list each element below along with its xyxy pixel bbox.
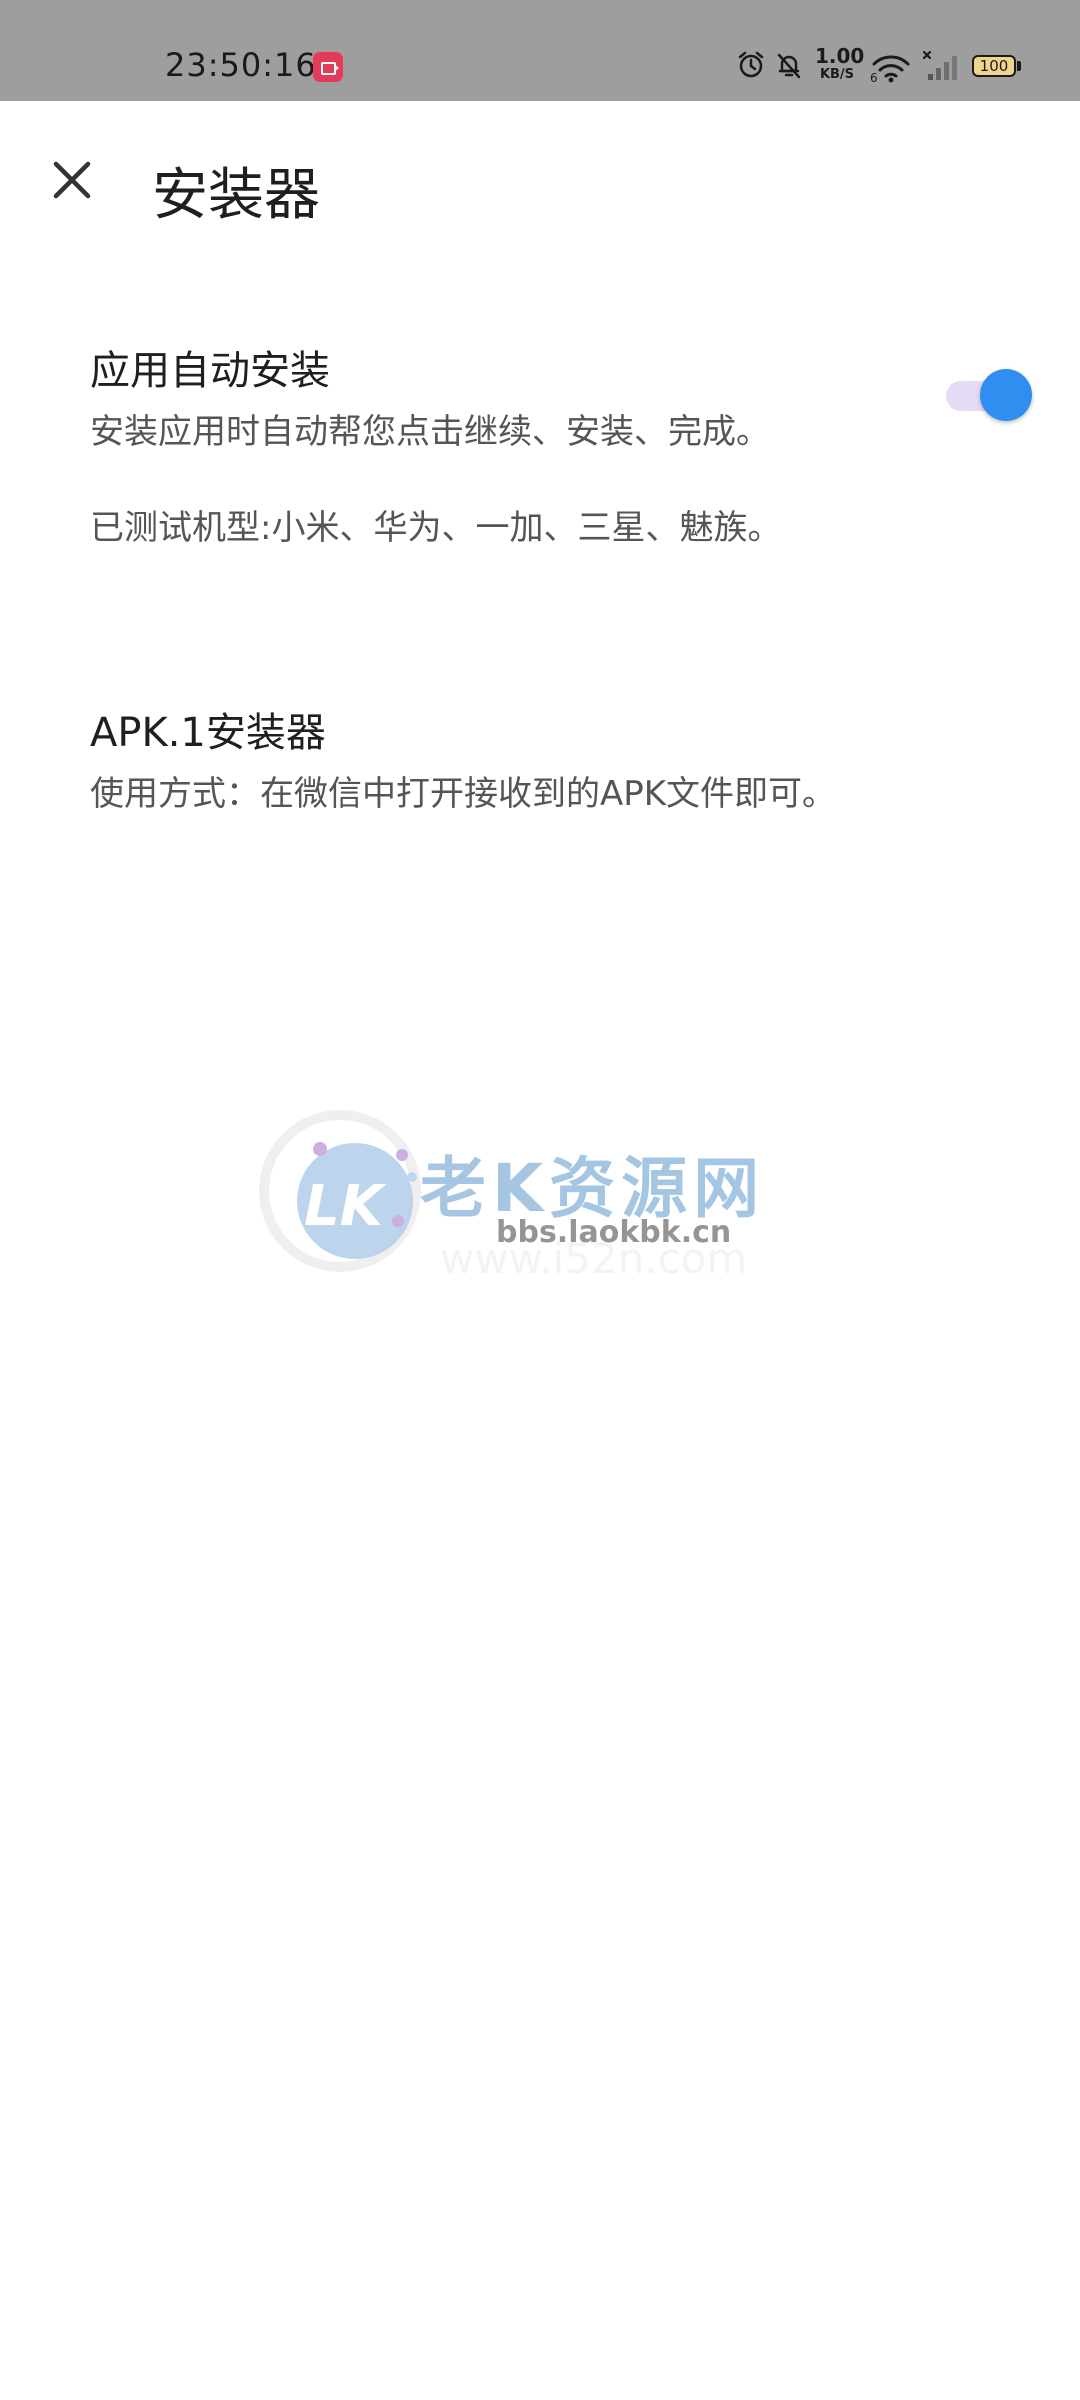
watermark-url: bbs.laokbk.cn (496, 1215, 732, 1250)
signal-icon (922, 50, 957, 80)
auto-install-toggle[interactable] (946, 369, 1032, 421)
auto-install-title: 应用自动安装 (90, 348, 330, 394)
svg-text:LK: LK (304, 1174, 387, 1239)
close-button[interactable] (40, 148, 104, 212)
auto-install-setting[interactable]: 应用自动安装 安装应用时自动帮您点击继续、安装、完成。 已测试机型:小米、华为、… (90, 338, 781, 549)
auto-install-description: 安装应用时自动帮您点击继续、安装、完成。 (90, 412, 770, 452)
apk1-installer-setting[interactable]: APK.1安装器 使用方式：在微信中打开接收到的APK文件即可。 (90, 700, 836, 815)
watermark: LK www.i52n.com 老K资源网 bbs.laokbk.cn (230, 1105, 830, 1285)
tested-models-note: 已测试机型:小米、华为、一加、三星、魅族。 (90, 508, 782, 548)
close-icon (53, 161, 91, 199)
wifi-icon: 6 (870, 55, 910, 84)
status-bar: 23:50:16 1.00 KB/S 6 100 (0, 0, 1080, 101)
battery-tip (1017, 61, 1021, 71)
page-title: 安装器 (152, 163, 320, 228)
toggle-thumb (980, 369, 1032, 421)
apk1-installer-title: APK.1安装器 (90, 710, 326, 756)
network-speed-unit: KB/S (819, 67, 855, 82)
apk1-installer-description: 使用方式：在微信中打开接收到的APK文件即可。 (90, 774, 837, 814)
status-time: 23:50:16 (165, 46, 317, 84)
network-speed: 1.00 KB/S (815, 44, 865, 82)
svg-text:6: 6 (870, 71, 878, 84)
screen-record-icon (313, 52, 343, 82)
mute-icon (777, 53, 801, 79)
battery-icon: 100 (972, 55, 1016, 77)
alarm-icon (738, 51, 764, 78)
network-speed-value: 1.00 (815, 44, 865, 68)
